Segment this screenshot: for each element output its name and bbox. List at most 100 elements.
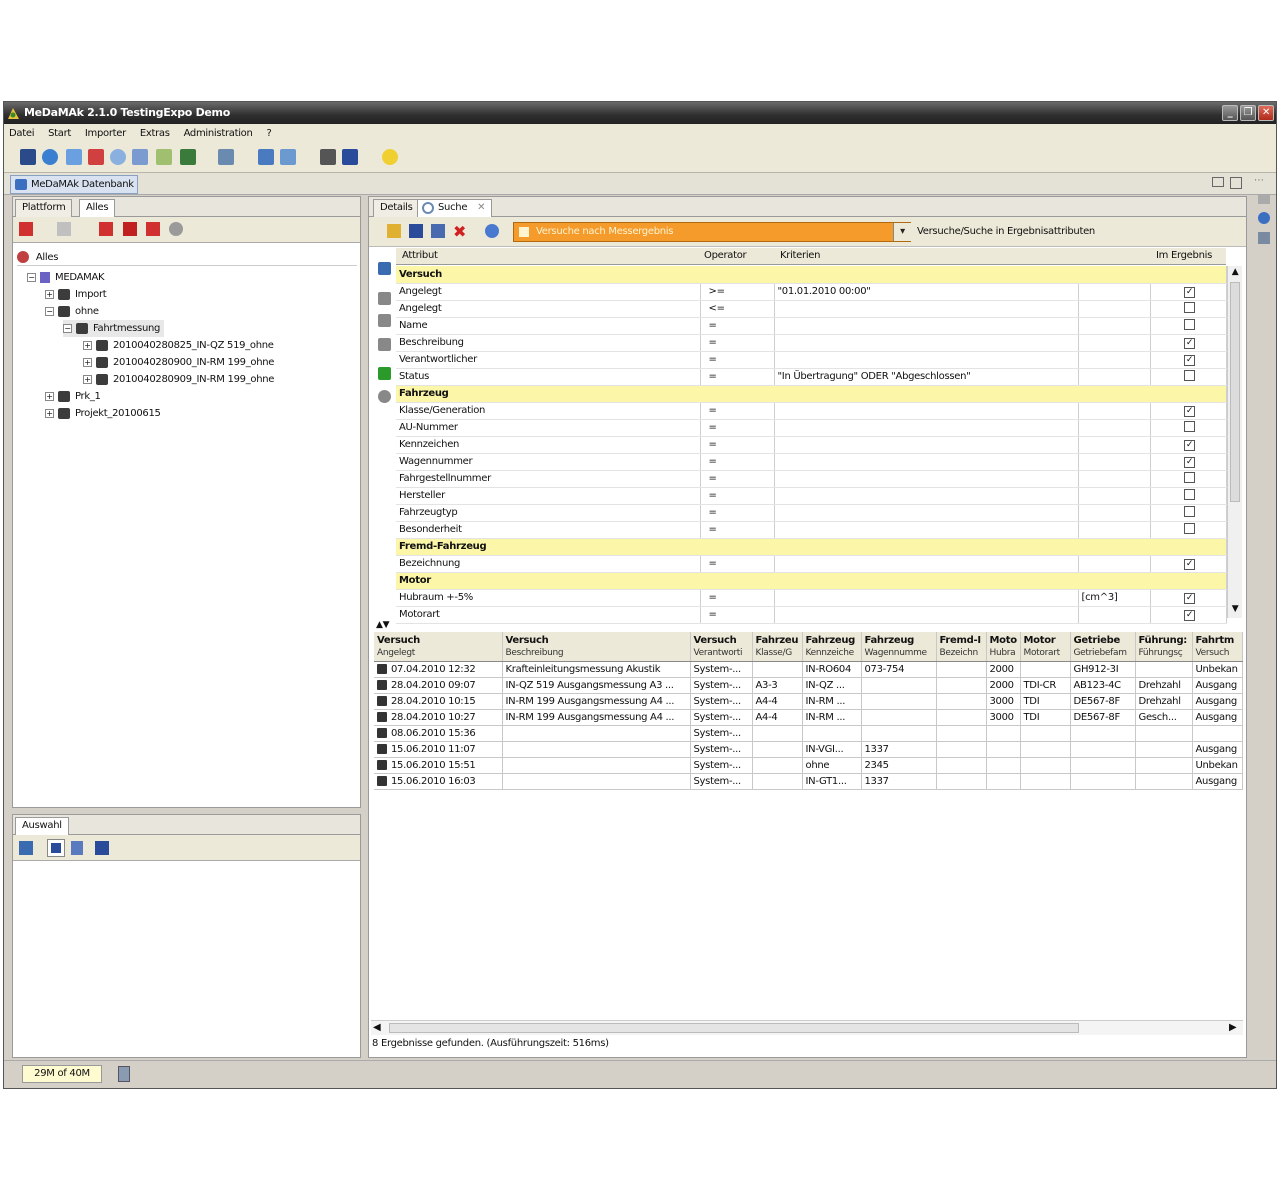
tree-node-prk[interactable]: + Prk_1 (45, 388, 101, 405)
scroll-thumb[interactable] (1230, 282, 1240, 502)
hscroll-thumb[interactable] (389, 1023, 1079, 1033)
operator-cell[interactable]: = (700, 436, 775, 454)
expand-node-icon[interactable]: + (83, 374, 92, 384)
tree-node-import[interactable]: + Import (45, 286, 107, 303)
menu-importer[interactable]: Importer (85, 128, 126, 139)
results-hscrollbar[interactable]: ◀ ▶ (371, 1020, 1243, 1035)
paste-icon[interactable] (280, 149, 296, 165)
expand-node-icon[interactable]: + (83, 357, 92, 367)
scroll-right-icon[interactable]: ▶ (1229, 1022, 1237, 1033)
scroll-up-icon[interactable]: ▲ (1229, 267, 1241, 279)
grid-row[interactable]: Hersteller = (396, 487, 1227, 505)
chevron-down-icon[interactable]: ▾ (893, 223, 911, 241)
unit-cell[interactable] (1078, 504, 1151, 522)
criteria-cell[interactable]: "In Übertragung" ODER "Abgeschlossen" (774, 368, 1079, 386)
attribute-cell[interactable]: AU-Nummer (396, 419, 701, 437)
unit-cell[interactable] (1078, 368, 1151, 386)
minimize-button[interactable]: _ (1222, 105, 1238, 121)
in-result-checkbox[interactable]: ✓ (1184, 558, 1196, 570)
header-operator[interactable]: Operator (704, 250, 747, 261)
operator-cell[interactable]: = (700, 368, 775, 386)
refresh-selection-icon[interactable] (95, 841, 109, 855)
operator-cell[interactable]: = (700, 589, 775, 607)
grid-row[interactable]: Hubraum +-5% = [cm^3] ✓ (396, 589, 1227, 607)
grid-row[interactable]: Verantwortlicher = ✓ (396, 351, 1227, 369)
attribute-cell[interactable]: Klasse/Generation (396, 402, 701, 420)
criteria-cell[interactable] (774, 419, 1079, 437)
in-result-checkbox[interactable] (1184, 420, 1196, 432)
maximize-button[interactable]: ❐ (1240, 105, 1256, 121)
criteria-cell[interactable] (774, 436, 1079, 454)
operator-cell[interactable]: = (700, 487, 775, 505)
expand-node-icon[interactable]: + (45, 391, 54, 401)
close-tab-icon[interactable]: ✕ (477, 200, 485, 216)
operator-cell[interactable]: >= (700, 283, 775, 301)
attribute-cell[interactable]: Verantwortlicher (396, 351, 701, 369)
delete-query-icon[interactable]: ✖ (453, 222, 469, 241)
unit-cell[interactable] (1078, 436, 1151, 454)
in-result-checkbox[interactable]: ✓ (1184, 337, 1196, 349)
collapse-icon[interactable] (57, 222, 71, 236)
unit-cell[interactable] (1078, 300, 1151, 318)
criteria-cell[interactable]: "01.01.2010 00:00" (774, 283, 1079, 301)
criteria-cell[interactable] (774, 555, 1079, 573)
stop-icon[interactable] (378, 338, 391, 351)
operator-cell[interactable]: = (700, 555, 775, 573)
move-up-icon[interactable] (378, 292, 391, 305)
attribute-cell[interactable]: Beschreibung (396, 334, 701, 352)
results-header-cell[interactable]: Versuch Verantworti (690, 632, 753, 662)
results-header-cell[interactable]: Moto Hubra (986, 632, 1021, 662)
record-icon[interactable] (378, 390, 391, 403)
unit-cell[interactable] (1078, 402, 1151, 420)
tab-suche[interactable]: Suche ✕ (417, 199, 493, 218)
edit-icon[interactable] (66, 149, 82, 165)
grid-row[interactable]: AU-Nummer = (396, 419, 1227, 437)
in-result-checkbox[interactable] (1184, 318, 1196, 330)
operator-cell[interactable]: <= (700, 300, 775, 318)
in-result-checkbox[interactable] (1184, 301, 1196, 313)
tree-node-measurement[interactable]: +2010040280825_IN-QZ 519_ohne (83, 337, 274, 354)
apply-selection-icon[interactable] (19, 841, 33, 855)
criteria-cell[interactable] (774, 334, 1079, 352)
unit-cell[interactable] (1078, 470, 1151, 488)
results-header-cell[interactable]: Fahrzeug Wagennumme (861, 632, 937, 662)
header-attribut[interactable]: Attribut (402, 250, 438, 261)
tab-auswahl[interactable]: Auswahl (15, 817, 69, 836)
grid-row[interactable]: Bezeichnung = ✓ (396, 555, 1227, 573)
results-header-cell[interactable]: Getriebe Getriebefam (1070, 632, 1136, 662)
in-result-checkbox[interactable] (1184, 488, 1196, 500)
criteria-cell[interactable] (774, 487, 1079, 505)
trim-icon-1[interactable] (1258, 194, 1270, 204)
garbage-collect-icon[interactable] (118, 1066, 130, 1082)
grid-row[interactable]: Fahrzeugtyp = (396, 504, 1227, 522)
trim-icon-3[interactable] (1258, 232, 1270, 244)
results-row[interactable]: 15.06.2010 11:07 System-... IN-VGI... 1337 A… (374, 741, 1243, 758)
in-result-checkbox[interactable]: ✓ (1184, 286, 1196, 298)
operator-cell[interactable]: = (700, 317, 775, 335)
grid-row[interactable]: Name = (396, 317, 1227, 335)
attribute-cell[interactable]: Fahrgestellnummer (396, 470, 701, 488)
tree-node-ohne[interactable]: − ohne (45, 303, 99, 320)
grid-row[interactable]: Besonderheit = (396, 521, 1227, 539)
expand-node-icon[interactable]: + (83, 340, 92, 350)
results-row[interactable]: 15.06.2010 15:51 System-... ohne 2345 Unbeka… (374, 757, 1243, 774)
in-result-checkbox[interactable]: ✓ (1184, 609, 1196, 621)
splitter-arrows-icon[interactable]: ▲▼ (376, 620, 390, 630)
reload-icon[interactable] (485, 224, 499, 238)
criteria-cell[interactable] (774, 521, 1079, 539)
tree-node-medamak[interactable]: − MEDAMAK (27, 269, 105, 286)
in-result-checkbox[interactable]: ✓ (1184, 456, 1196, 468)
results-row[interactable]: 07.04.2010 12:32 Krafteinleitungsmessung … (374, 661, 1243, 678)
unit-cell[interactable] (1078, 487, 1151, 505)
operator-cell[interactable]: = (700, 351, 775, 369)
results-header-cell[interactable]: Fahrtm Versuch (1192, 632, 1243, 662)
query-select[interactable]: Versuche nach Messergebnis ▾ (513, 222, 911, 242)
operator-cell[interactable]: = (700, 606, 775, 624)
attribute-cell[interactable]: Angelegt (396, 283, 701, 301)
more-icon[interactable]: ⋯ (1254, 175, 1264, 186)
unit-cell[interactable] (1078, 521, 1151, 539)
criteria-scrollbar[interactable]: ▲ ▼ (1227, 266, 1242, 618)
criteria-cell[interactable] (774, 453, 1079, 471)
tree-node-measurement[interactable]: +2010040280900_IN-RM 199_ohne (83, 354, 274, 371)
unit-cell[interactable] (1078, 351, 1151, 369)
